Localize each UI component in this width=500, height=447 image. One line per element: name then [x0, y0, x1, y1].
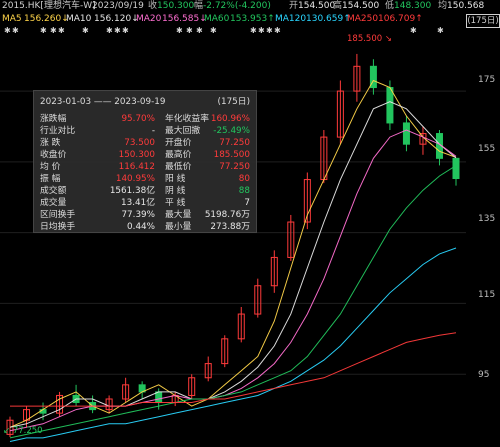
stats-value-2: 80 [238, 174, 250, 184]
stats-row: 成交量 13.41亿 平 线 7 [40, 197, 250, 209]
candle-body[interactable] [155, 391, 163, 404]
stats-value-2: 185.500 [213, 150, 250, 160]
range-stats-box: 2023-01-03 —— 2023-09-19 (175日) 涨跌幅 95.7… [33, 90, 257, 233]
series-line-ma120 [9, 247, 457, 442]
stats-row: 收盘价 150.300 最高价 185.500 [40, 149, 250, 161]
y-tick-115: 115 [478, 290, 496, 300]
stats-value: 116.412 [118, 162, 155, 172]
high-annotation: 185.500 ↘ [347, 34, 392, 44]
stats-row: 振 幅 140.95% 阳 线 80 [40, 173, 250, 185]
stats-value-2: 77.250 [219, 138, 250, 148]
range-dates: 2023-01-03 —— 2023-09-19 [40, 97, 166, 107]
stats-value-2: 5198.76万 [204, 210, 250, 220]
low-annotation: ↙ 77.250 [3, 426, 43, 436]
range-title: 2023-01-03 —— 2023-09-19 (175日) [40, 95, 250, 109]
stats-value-2: 160.96% [210, 114, 250, 124]
y-tick-175: 175 [478, 75, 496, 85]
range-days: (175日) [217, 97, 250, 107]
candle-body[interactable] [452, 157, 460, 180]
stats-row: 行业对比 - 最大回撤 -25.49% [40, 125, 250, 137]
y-tick-155: 155 [478, 144, 496, 154]
stats-row: 涨 跌 73.500 开盘价 77.250 [40, 137, 250, 149]
stats-value-2: 77.250 [219, 162, 250, 172]
stats-value: 140.95% [115, 174, 155, 184]
y-tick-95: 95 [478, 370, 490, 380]
stats-row: 均 价 116.412 最低价 77.250 [40, 161, 250, 173]
stats-value: - [151, 126, 155, 136]
stats-value-2: 88 [238, 186, 250, 196]
y-tick-135: 135 [478, 214, 496, 224]
stats-value: 13.41亿 [121, 198, 155, 208]
stats-value-2: 7 [244, 198, 250, 208]
stats-value-2: 273.88万 [210, 222, 250, 232]
stats-row: 成交额 1561.38亿 阴 线 88 [40, 185, 250, 197]
stats-key: 区间换手 [40, 210, 76, 220]
y-axis: 175 155 135 115 95 [468, 32, 500, 447]
stats-value-2: -25.49% [213, 126, 250, 136]
low-annotation-value: 77.250 [12, 426, 43, 436]
stats-key: 收盘价 [40, 150, 67, 160]
stats-key: 涨 跌 [40, 138, 61, 148]
stats-row: 区间换手 77.39% 最大量 5198.76万 [40, 209, 250, 221]
stats-value: 1561.38亿 [109, 186, 155, 196]
stats-key: 日均换手 [40, 222, 76, 232]
stats-key: 成交额 [40, 186, 67, 196]
stats-row: 日均换手 0.44% 最小量 273.88万 [40, 221, 250, 233]
stats-value: 150.300 [118, 150, 155, 160]
stats-value: 95.70% [121, 114, 155, 124]
stats-row: 涨跌幅 95.70% 年化收益率 160.96% [40, 113, 250, 125]
stats-value: 73.500 [124, 138, 155, 148]
candle-body[interactable] [402, 122, 410, 145]
stats-key: 均 价 [40, 162, 61, 172]
stats-value: 77.39% [121, 210, 155, 220]
candle-body[interactable] [386, 87, 394, 124]
high-annotation-value: 185.500 [347, 34, 383, 44]
stats-key: 涨跌幅 [40, 114, 67, 124]
stats-value: 0.44% [127, 222, 155, 232]
stats-key: 行业对比 [40, 126, 76, 136]
stats-key: 振 幅 [40, 174, 61, 184]
stats-key: 成交量 [40, 198, 67, 208]
